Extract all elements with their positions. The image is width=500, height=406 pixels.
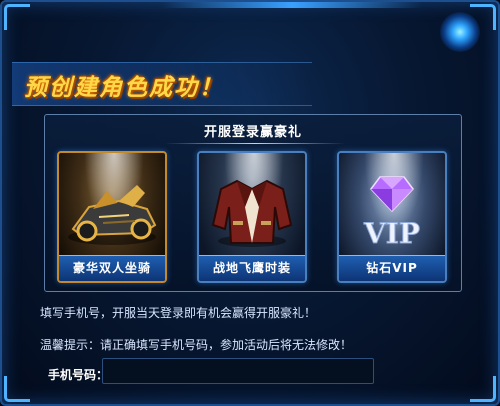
info-text: 填写手机号，开服当天登录即有机会赢得开服豪礼！	[40, 306, 317, 320]
rewards-heading: 开服登录赢豪礼	[203, 125, 302, 140]
close-orb-button[interactable]	[440, 12, 480, 52]
frame-corner-decoration	[4, 4, 30, 30]
dialog-panel: 预创建角色成功！ 开服登录赢豪礼 豪华双人坐骑 战地飞鹰时装 VIP 钻石VIP…	[0, 0, 500, 406]
vip-badge-text: VIP	[363, 217, 420, 250]
frame-corner-decoration	[470, 376, 496, 402]
phone-label: 手机号码：	[48, 368, 109, 382]
reward-card-outfit[interactable]: 战地飞鹰时装	[197, 151, 307, 283]
jacket-outfit-icon	[211, 179, 293, 247]
mount-vehicle-icon	[68, 185, 157, 245]
reward-card-vip[interactable]: VIP 钻石VIP	[337, 151, 447, 283]
reward-label: 豪华双人坐骑	[59, 255, 165, 281]
reward-label: 钻石VIP	[339, 255, 445, 281]
frame-corner-decoration	[4, 376, 30, 402]
page-title: 预创建角色成功！	[24, 75, 224, 101]
warning-text: 温馨提示：请正确填写手机号码，参加活动后将无法修改！	[40, 338, 353, 352]
phone-input[interactable]	[102, 358, 374, 384]
rewards-box: 开服登录赢豪礼 豪华双人坐骑 战地飞鹰时装 VIP 钻石VIP	[44, 114, 462, 292]
reward-card-mount[interactable]: 豪华双人坐骑	[57, 151, 167, 283]
heading-underline-decoration	[165, 143, 345, 144]
diamond-vip-icon: VIP	[363, 176, 420, 251]
top-glow-decoration	[162, 2, 422, 8]
reward-label: 战地飞鹰时装	[199, 255, 305, 281]
